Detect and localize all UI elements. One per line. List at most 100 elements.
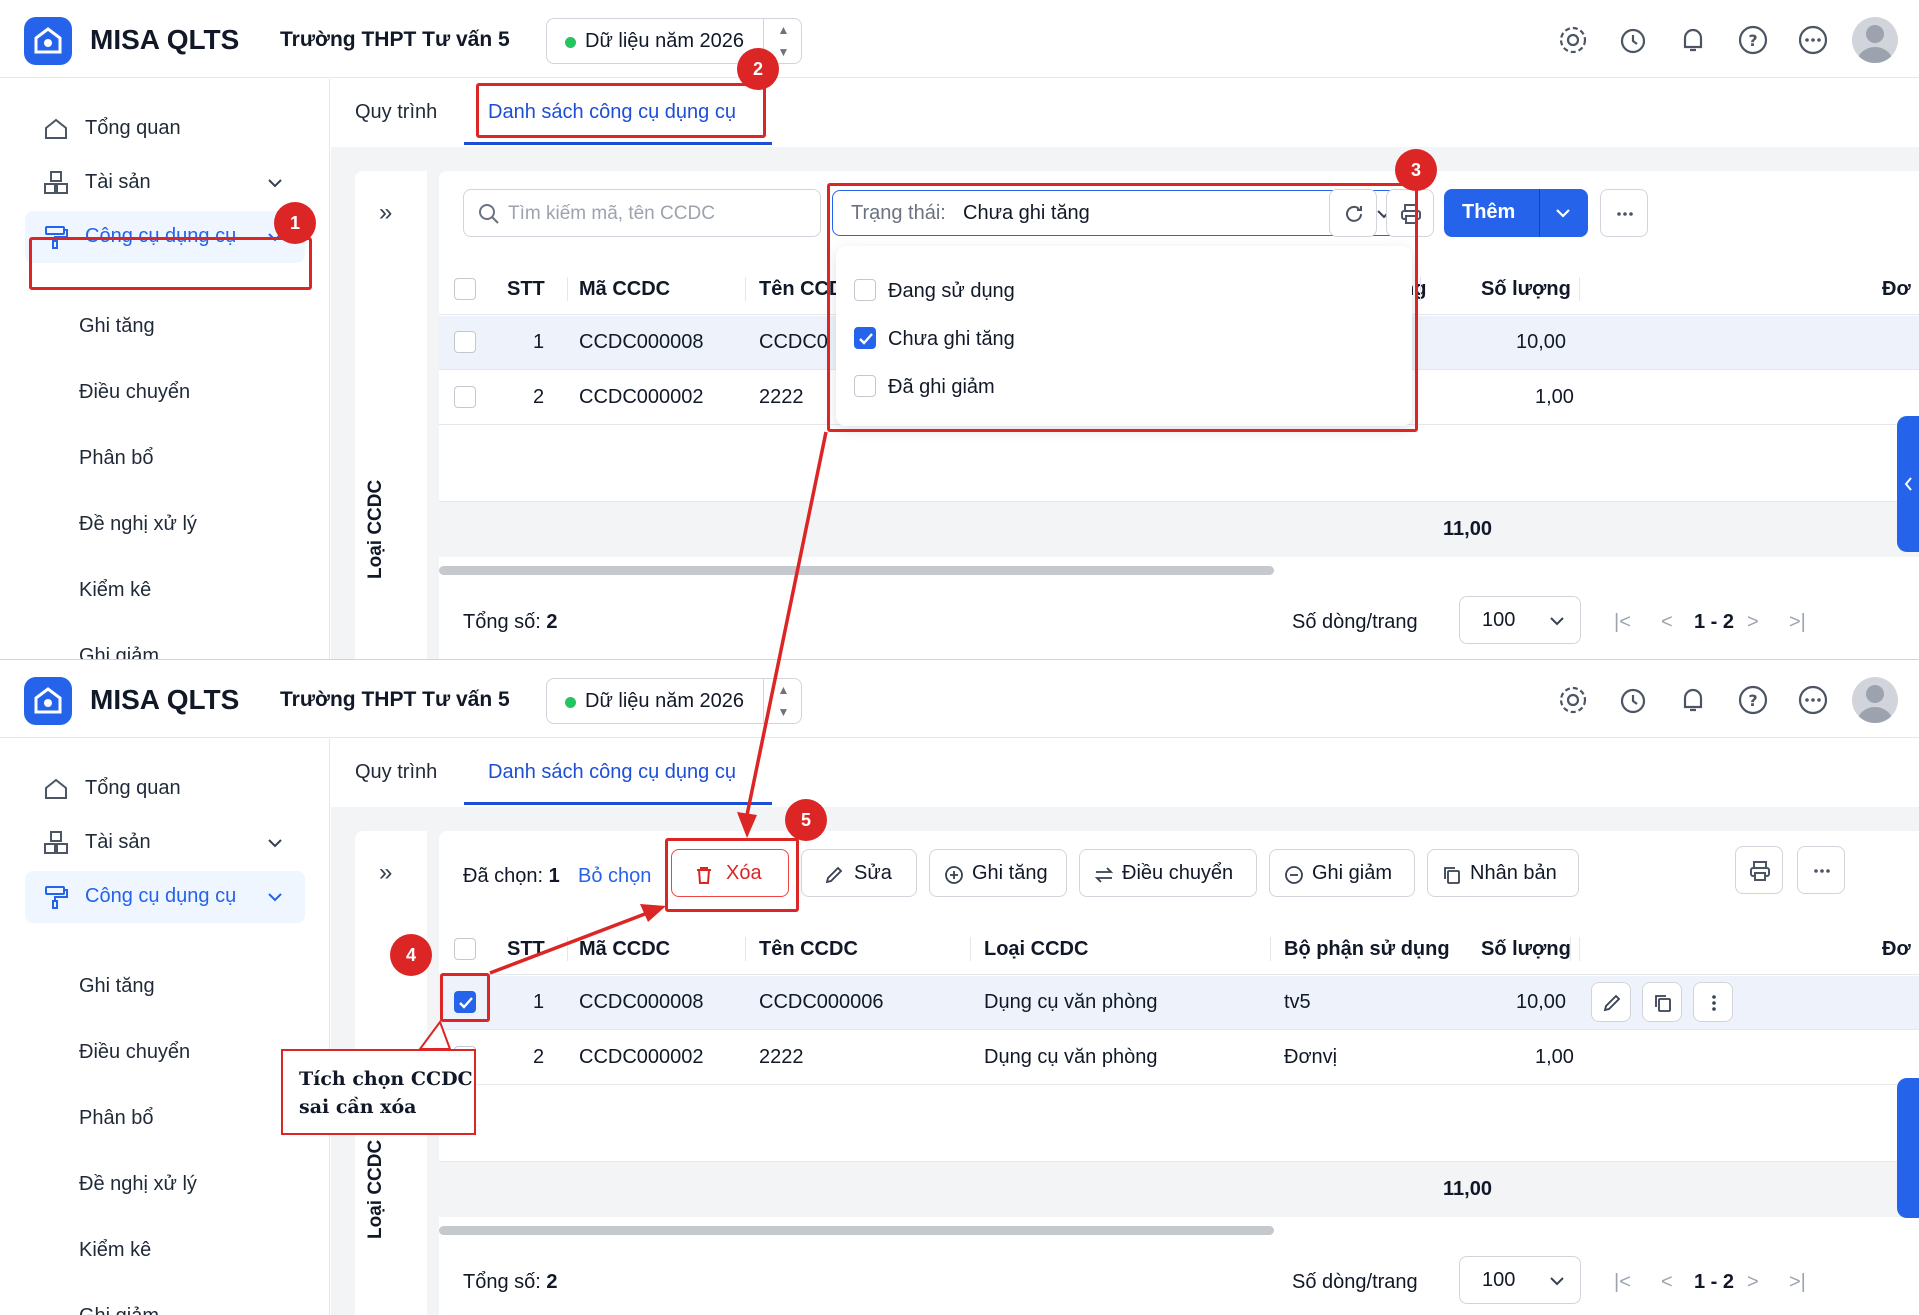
col-qty[interactable]: Số lượng	[1481, 278, 1571, 301]
app-logo[interactable]	[24, 677, 72, 725]
row-duplicate-button[interactable]	[1642, 982, 1682, 1022]
search-input[interactable]: Tìm kiếm mã, tên CCDC	[463, 189, 821, 237]
sidebar-sub-transfer[interactable]: Điều chuyển	[79, 381, 190, 404]
col-code[interactable]: Mã CCDC	[579, 278, 670, 301]
col-dept[interactable]: Bộ phận sử dụng	[1284, 938, 1450, 961]
search-placeholder: Tìm kiếm mã, tên CCDC	[508, 203, 715, 224]
bell-icon[interactable]	[1677, 24, 1709, 56]
chevron-down-icon	[1550, 617, 1564, 626]
decrease-button[interactable]: Ghi giảm	[1269, 849, 1415, 897]
increase-label: Ghi tăng	[972, 862, 1048, 884]
col-stt[interactable]: STT	[507, 938, 545, 961]
col-qty[interactable]: Số lượng	[1481, 938, 1571, 961]
more-options-button[interactable]	[1797, 846, 1845, 894]
increase-button[interactable]: Ghi tăng	[929, 849, 1067, 897]
sidebar-sub-transfer[interactable]: Điều chuyển	[79, 1041, 190, 1064]
select-all-checkbox[interactable]	[454, 938, 476, 960]
chevron-down-icon[interactable]: ▼	[764, 701, 803, 723]
gear-icon[interactable]	[1557, 684, 1589, 716]
bell-icon[interactable]	[1677, 684, 1709, 716]
more-options-button[interactable]	[1600, 189, 1648, 237]
sidebar-sub-allocate[interactable]: Phân bổ	[79, 447, 154, 470]
sidebar-item-assets[interactable]: Tài sản	[25, 157, 305, 209]
sidebar-sub-increase[interactable]: Ghi tăng	[79, 315, 155, 338]
table-row[interactable]: 2 CCDC000002 2222 Dụng cụ văn phòng Đơnv…	[439, 1031, 1919, 1085]
row-checkbox[interactable]	[454, 331, 476, 353]
tab-tool-list[interactable]: Danh sách công cụ dụng cụ	[488, 761, 736, 784]
col-stt[interactable]: STT	[507, 278, 545, 301]
gear-icon[interactable]	[1557, 24, 1589, 56]
pencil-icon	[825, 866, 843, 884]
col-type[interactable]: Loại CCDC	[984, 938, 1088, 961]
sidebar-sub-increase[interactable]: Ghi tăng	[79, 975, 155, 998]
cell-stt: 2	[533, 1046, 545, 1068]
year-selector[interactable]: Dữ liệu năm 2026 ▲ ▼	[546, 678, 802, 724]
sidebar-item-tools[interactable]: Công cụ dụng cụ	[25, 871, 305, 923]
horizontal-scrollbar[interactable]	[439, 1226, 1274, 1235]
app-logo[interactable]	[24, 17, 72, 65]
side-drawer-toggle[interactable]	[1897, 416, 1919, 552]
first-page-icon[interactable]: |<	[1614, 611, 1631, 634]
sidebar-item-label: Tổng quan	[85, 117, 181, 139]
side-drawer-toggle[interactable]	[1897, 1078, 1919, 1218]
alarm-icon[interactable]	[1617, 24, 1649, 56]
chevron-up-icon[interactable]: ▲	[764, 19, 803, 41]
next-page-icon[interactable]: >	[1747, 611, 1759, 634]
sidebar-sub-disposal-request[interactable]: Đề nghị xử lý	[79, 513, 197, 536]
rows-per-page-select[interactable]: 100	[1459, 1256, 1581, 1304]
col-code[interactable]: Mã CCDC	[579, 938, 670, 961]
tab-process[interactable]: Quy trình	[355, 761, 437, 784]
sidebar-sub-disposal-request[interactable]: Đề nghị xử lý	[79, 1173, 197, 1196]
expand-panel-button[interactable]: »	[379, 859, 392, 887]
last-page-icon[interactable]: >|	[1789, 611, 1806, 634]
alarm-icon[interactable]	[1617, 684, 1649, 716]
chevron-up-icon[interactable]: ▲	[764, 679, 803, 701]
col-unit-partial[interactable]: Đơ	[1882, 938, 1911, 961]
expand-panel-button[interactable]: »	[379, 199, 392, 227]
edit-button[interactable]: Sửa	[801, 849, 917, 897]
row-edit-button[interactable]	[1591, 982, 1631, 1022]
sidebar-sub-decrease[interactable]: Ghi giảm	[79, 645, 159, 659]
add-button[interactable]: Thêm	[1444, 189, 1588, 237]
pencil-icon	[1603, 994, 1621, 1012]
horizontal-scrollbar[interactable]	[439, 566, 1274, 575]
sidebar-sub-inventory[interactable]: Kiểm kê	[79, 579, 151, 602]
help-icon[interactable]: ?	[1737, 684, 1769, 716]
sidebar-sub-allocate[interactable]: Phân bổ	[79, 1107, 154, 1130]
prev-page-icon[interactable]: <	[1661, 1271, 1673, 1294]
next-page-icon[interactable]: >	[1747, 1271, 1759, 1294]
more-icon[interactable]	[1797, 684, 1829, 716]
transfer-button[interactable]: Điều chuyển	[1079, 849, 1257, 897]
sidebar-item-label: Tài sản	[85, 831, 151, 853]
rows-per-page-select[interactable]: 100	[1459, 596, 1581, 644]
app-name: MISA QLTS	[90, 24, 240, 55]
year-spinner[interactable]: ▲ ▼	[763, 679, 803, 723]
col-unit-partial[interactable]: Đơ	[1882, 278, 1911, 301]
help-icon[interactable]: ?	[1737, 24, 1769, 56]
sidebar-sub-inventory[interactable]: Kiểm kê	[79, 1239, 151, 1262]
table-row[interactable]: 1 CCDC000008 CCDC000006 Dụng cụ văn phòn…	[439, 976, 1919, 1030]
print-button[interactable]	[1735, 846, 1783, 894]
chevron-down-icon[interactable]	[1554, 204, 1572, 222]
select-all-checkbox[interactable]	[454, 278, 476, 300]
sidebar-item-overview[interactable]: Tổng quan	[25, 763, 305, 815]
add-button-label: Thêm	[1462, 201, 1516, 223]
sidebar-item-assets[interactable]: Tài sản	[25, 817, 305, 869]
col-name[interactable]: Tên CCDC	[759, 938, 858, 961]
sidebar-sub-decrease[interactable]: Ghi giảm	[79, 1305, 159, 1315]
category-label: Loại CCDC	[365, 479, 386, 579]
row-more-button[interactable]	[1693, 982, 1733, 1022]
duplicate-button[interactable]: Nhân bản	[1427, 849, 1579, 897]
avatar[interactable]	[1852, 677, 1898, 723]
prev-page-icon[interactable]: <	[1661, 611, 1673, 634]
first-page-icon[interactable]: |<	[1614, 1271, 1631, 1294]
avatar[interactable]	[1852, 17, 1898, 63]
sidebar-item-overview[interactable]: Tổng quan	[25, 103, 305, 155]
highlight-row-checkbox	[440, 973, 490, 1022]
unselect-link[interactable]: Bỏ chọn	[578, 865, 651, 888]
last-page-icon[interactable]: >|	[1789, 1271, 1806, 1294]
tab-process[interactable]: Quy trình	[355, 101, 437, 124]
plus-circle-icon	[945, 866, 963, 884]
more-icon[interactable]	[1797, 24, 1829, 56]
row-checkbox[interactable]	[454, 386, 476, 408]
